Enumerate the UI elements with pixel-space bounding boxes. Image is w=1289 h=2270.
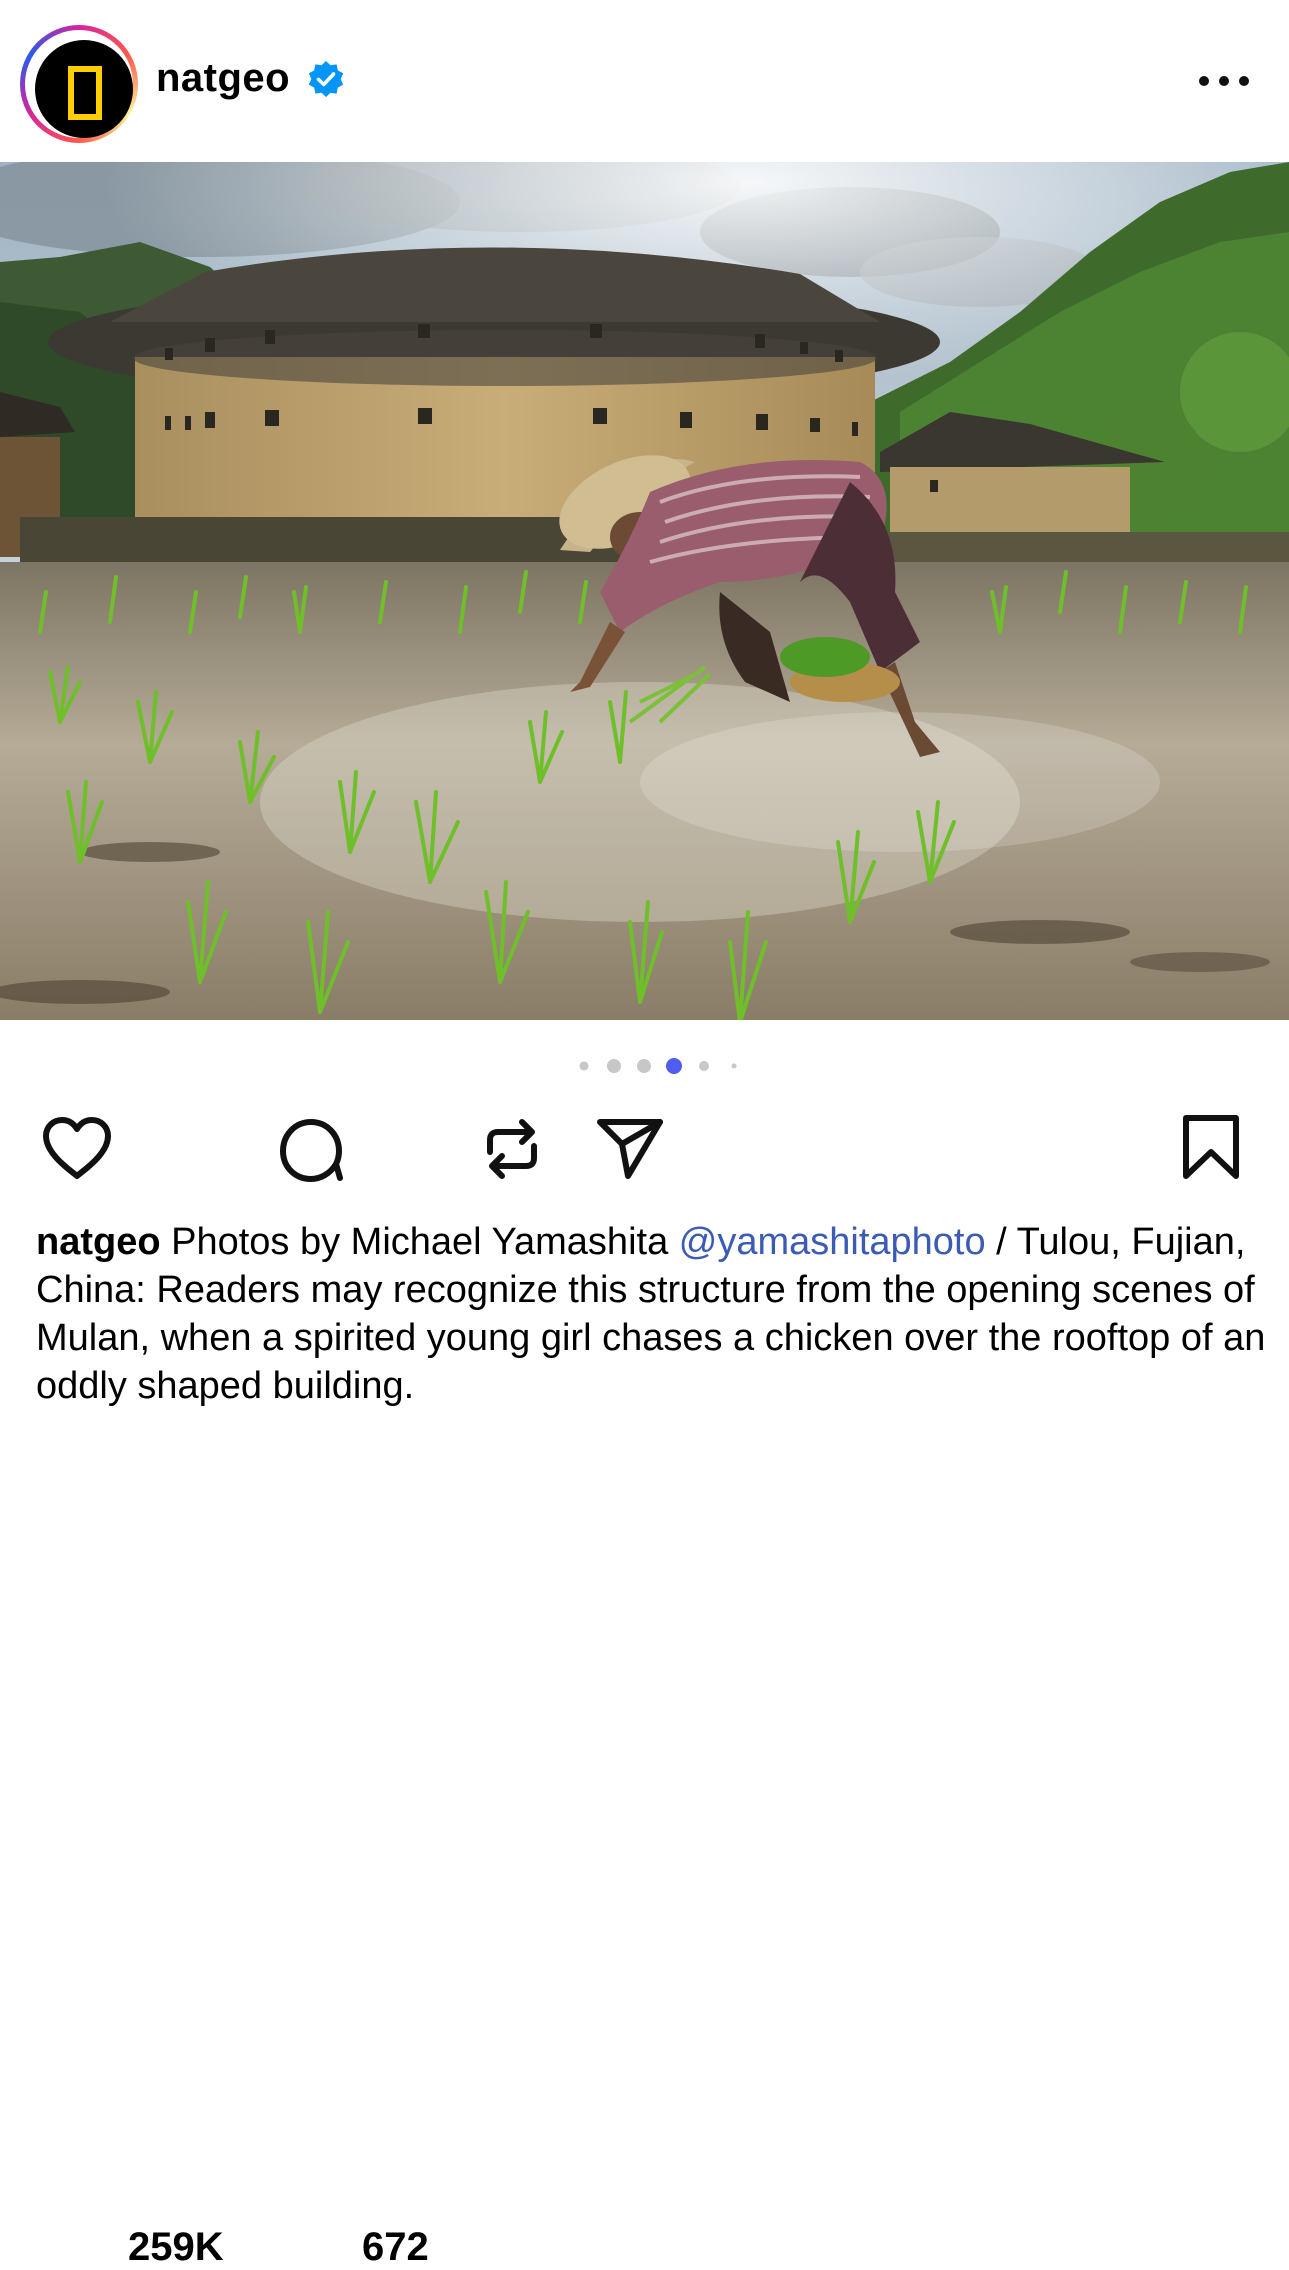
caption-mention[interactable]: @yamashitaphoto [679, 1221, 986, 1263]
post-photo[interactable] [0, 162, 1289, 1020]
caption-username[interactable]: natgeo [36, 1221, 161, 1263]
comment-count[interactable]: 672 [362, 2225, 429, 2270]
repost-icon[interactable] [480, 1116, 544, 1182]
caption-text: Photos by Michael Yamashita [160, 1221, 679, 1263]
carousel-dot [699, 1061, 709, 1071]
rice-field-tulou-image [0, 162, 1289, 1020]
more-options-icon[interactable] [1198, 75, 1250, 87]
carousel-dot-active [666, 1058, 682, 1074]
carousel-dot [607, 1059, 621, 1073]
post-caption: natgeo Photos by Michael Yamashita @yama… [36, 1218, 1266, 1410]
carousel-dot [579, 1061, 589, 1071]
carousel-dot [637, 1059, 651, 1073]
natgeo-logo-icon [35, 40, 133, 138]
comment-icon[interactable] [278, 1116, 346, 1184]
carousel-dot [731, 1063, 737, 1069]
share-icon[interactable] [594, 1114, 666, 1182]
bookmark-icon[interactable] [1180, 1114, 1242, 1180]
like-count[interactable]: 259K [128, 2225, 224, 2270]
post-actions-bar: 259K 672 [0, 1100, 1289, 2269]
post-username[interactable]: natgeo [156, 56, 290, 101]
post-header: natgeo [0, 0, 1289, 160]
verified-badge-icon [308, 61, 344, 97]
carousel-indicator [579, 1058, 737, 1074]
heart-icon[interactable] [40, 1116, 114, 1182]
avatar[interactable] [20, 25, 138, 143]
